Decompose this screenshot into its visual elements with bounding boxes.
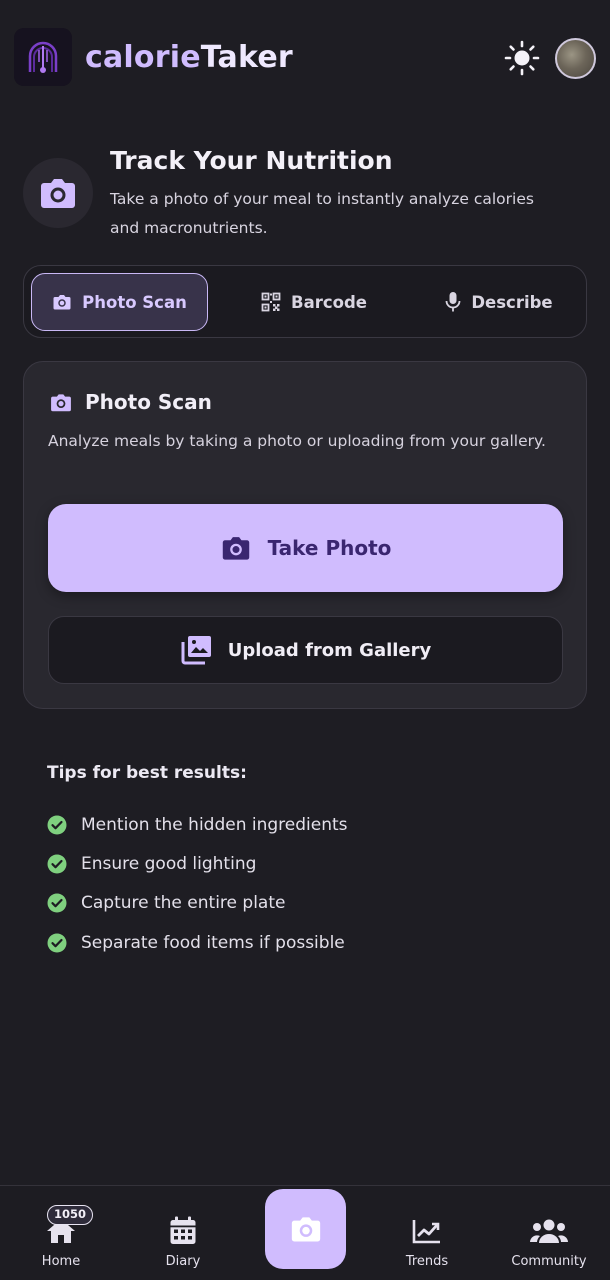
- list-item: Separate food items if possible: [47, 923, 348, 962]
- nav-home[interactable]: Home: [20, 1186, 102, 1280]
- nav-community[interactable]: Community: [503, 1186, 595, 1280]
- list-item: Ensure good lighting: [47, 844, 348, 883]
- tip-text: Ensure good lighting: [81, 853, 257, 874]
- camera-icon: [222, 537, 249, 560]
- qr-code-icon: [261, 292, 281, 312]
- upload-gallery-label: Upload from Gallery: [227, 639, 432, 661]
- app-title-part1: calorie: [85, 40, 201, 75]
- theme-toggle-button[interactable]: [503, 39, 541, 77]
- nav-home-label: Home: [41, 1254, 81, 1269]
- nav-diary-label: Diary: [165, 1254, 201, 1269]
- list-item: Capture the entire plate: [47, 884, 348, 923]
- scan-mode-tabs: Photo Scan Barcode Describe: [23, 265, 587, 338]
- card-header: Photo Scan: [49, 390, 212, 414]
- logo-icon: [14, 28, 72, 86]
- tab-barcode[interactable]: Barcode: [224, 273, 404, 331]
- tip-text: Mention the hidden ingredients: [81, 814, 348, 835]
- camera-icon: [291, 1217, 320, 1242]
- check-circle-icon: [47, 854, 67, 874]
- list-item: Mention the hidden ingredients: [47, 805, 348, 844]
- nav-trends-label: Trends: [405, 1254, 449, 1269]
- tab-photo-scan[interactable]: Photo Scan: [31, 273, 208, 331]
- tab-describe-label: Describe: [471, 292, 553, 312]
- tab-barcode-label: Barcode: [291, 292, 367, 312]
- card-title: Photo Scan: [85, 390, 212, 414]
- nav-diary[interactable]: Diary: [142, 1186, 224, 1280]
- upload-gallery-button[interactable]: Upload from Gallery: [48, 616, 563, 684]
- check-circle-icon: [47, 815, 67, 835]
- tab-describe[interactable]: Describe: [419, 273, 579, 331]
- photo-scan-card: Photo Scan Analyze meals by taking a pho…: [23, 361, 587, 709]
- user-avatar[interactable]: [555, 38, 596, 79]
- intro-camera-badge: [23, 158, 93, 228]
- tips-list: Mention the hidden ingredients Ensure go…: [47, 805, 348, 962]
- camera-icon: [51, 393, 71, 411]
- page-description: Take a photo of your meal to instantly a…: [110, 190, 534, 237]
- scan-fab-button[interactable]: [265, 1189, 346, 1269]
- app-header: calorieTaker: [0, 0, 610, 116]
- camera-icon: [53, 295, 71, 310]
- app-title: calorieTaker: [85, 40, 293, 75]
- take-photo-label: Take Photo: [267, 536, 392, 560]
- check-circle-icon: [47, 933, 67, 953]
- calendar-icon: [170, 1216, 196, 1244]
- take-photo-button[interactable]: Take Photo: [48, 504, 563, 592]
- nav-trends[interactable]: Trends: [386, 1186, 468, 1280]
- app-title-part2: Taker: [200, 40, 293, 75]
- camera-icon: [41, 179, 75, 208]
- tab-photo-scan-label: Photo Scan: [82, 292, 187, 312]
- tips-title: Tips for best results:: [47, 763, 247, 783]
- tip-text: Separate food items if possible: [81, 932, 345, 953]
- gallery-icon: [181, 636, 211, 665]
- users-icon: [530, 1219, 568, 1243]
- calorie-badge: 1050: [47, 1205, 94, 1225]
- trending-up-icon: [412, 1220, 440, 1244]
- card-description: Analyze meals by taking a photo or uploa…: [48, 432, 546, 450]
- check-circle-icon: [47, 893, 67, 913]
- nav-community-label: Community: [511, 1254, 587, 1269]
- app-logo[interactable]: [14, 28, 72, 86]
- microphone-icon: [445, 292, 461, 312]
- tip-text: Capture the entire plate: [81, 893, 286, 914]
- sun-icon: [504, 40, 540, 76]
- page-title: Track Your Nutrition: [110, 146, 393, 175]
